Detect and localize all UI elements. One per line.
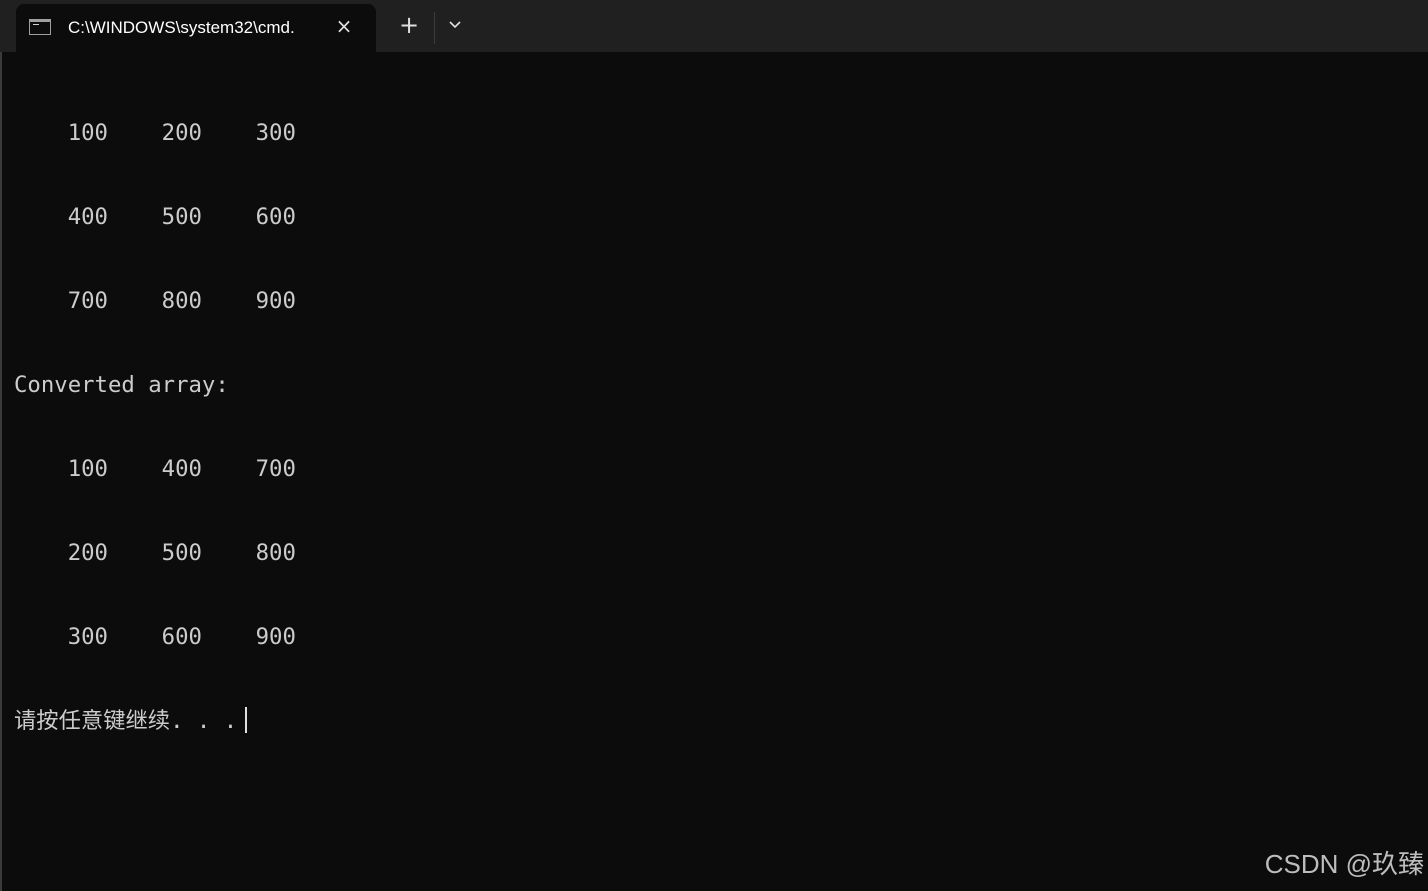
console-line: 400 500 600	[14, 204, 296, 230]
console-line: 200 500 800	[14, 540, 296, 566]
new-tab-button[interactable]: +	[396, 12, 422, 38]
window-left-border	[0, 0, 2, 891]
prompt-text: 请按任意键继续. . .	[14, 708, 238, 734]
terminal-icon	[29, 19, 51, 35]
console-line: 300 600 900	[14, 624, 296, 650]
tab-bar: C:\WINDOWS\system32\cmd. × +	[0, 0, 1428, 52]
chevron-down-icon[interactable]	[442, 14, 468, 40]
tab-cmd[interactable]: C:\WINDOWS\system32\cmd. ×	[16, 4, 376, 52]
console-line: 100 400 700	[14, 456, 296, 482]
tab-divider	[434, 12, 435, 44]
terminal-window: C:\WINDOWS\system32\cmd. × + 100 200 300…	[0, 0, 1428, 891]
console-line: Converted array:	[14, 372, 229, 398]
console-line: 100 200 300	[14, 120, 296, 146]
watermark: CSDN @玖臻	[1264, 849, 1424, 879]
prompt-line: 请按任意键继续. . .	[14, 707, 296, 735]
tab-title: C:\WINDOWS\system32\cmd.	[68, 18, 295, 37]
console-output[interactable]: 100 200 300 400 500 600 700 800 900 Conv…	[14, 63, 296, 791]
console-line: 700 800 900	[14, 288, 296, 314]
text-cursor	[245, 707, 248, 733]
close-icon[interactable]: ×	[332, 14, 356, 38]
